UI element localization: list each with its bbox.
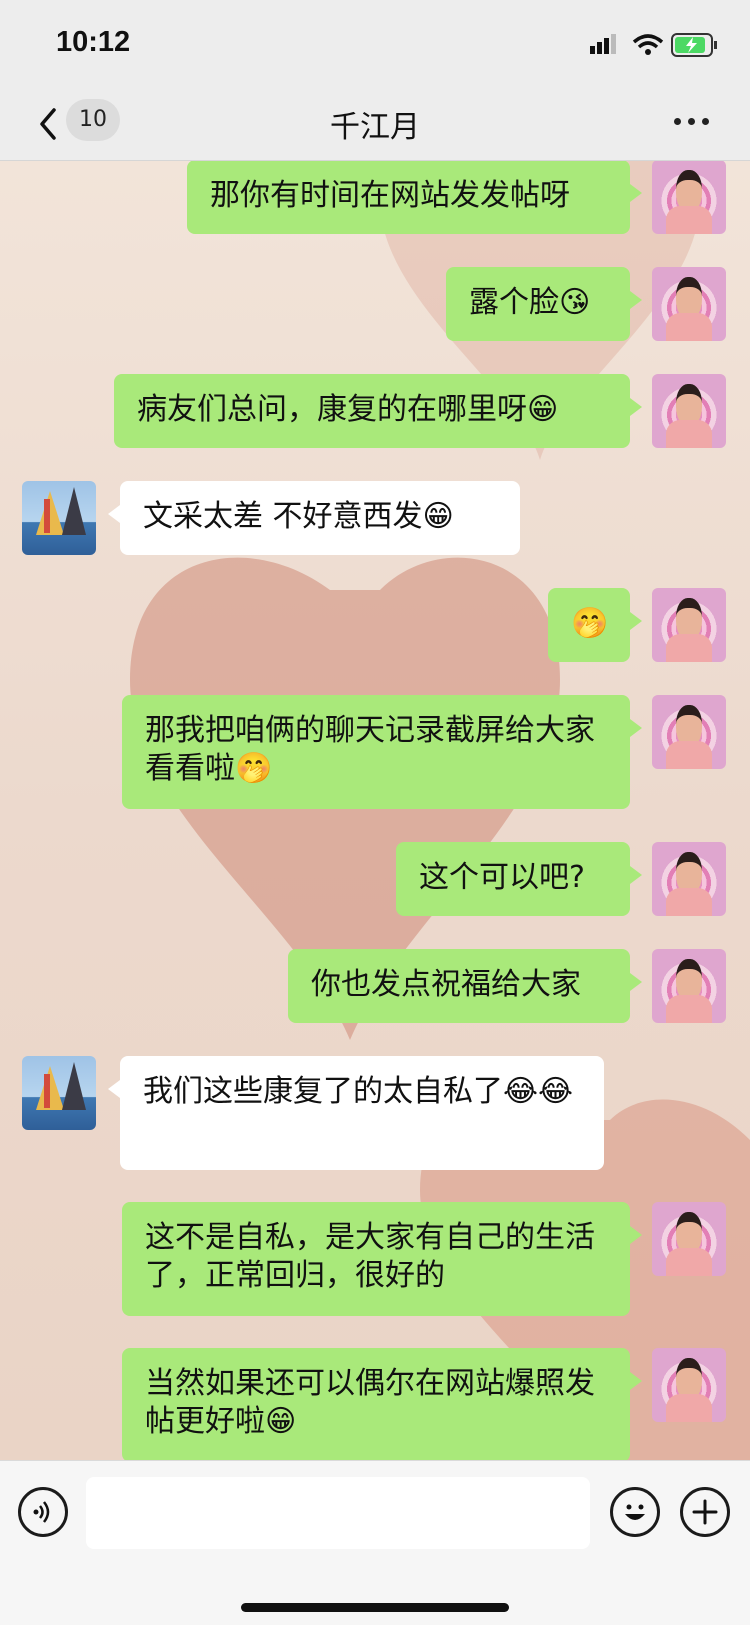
emoji-icon[interactable] (610, 1487, 660, 1537)
chat-title: 千江月 (330, 110, 420, 145)
signal-icon (590, 34, 616, 54)
avatar-self[interactable] (652, 374, 726, 448)
status-bar: 10:12 (0, 0, 750, 88)
message-text: 你也发点祝福给大家 (311, 967, 581, 1002)
message-bubble-mine[interactable]: 这不是自私，是大家有自己的生活了，正常回归，很好的 (122, 1202, 642, 1316)
message-text: 我们这些康复了的太自私了😂😂 (143, 1074, 574, 1109)
message-bubble-contact[interactable]: 我们这些康复了的太自私了😂😂 (108, 1056, 604, 1170)
message-text: 病友们总问，康复的在哪里呀😁 (137, 392, 559, 427)
message-text: 🤭 (571, 606, 609, 641)
avatar-self[interactable] (652, 1348, 726, 1422)
message-bubble-mine[interactable]: 那我把咱俩的聊天记录截屏给大家看看啦🤭 (122, 695, 642, 809)
message-bubble-mine[interactable]: 🤭 (548, 588, 642, 662)
message-bubble-mine[interactable]: 露个脸😘 (446, 267, 642, 341)
message-bubble-contact[interactable]: 文采太差 不好意西发😁 (108, 481, 520, 555)
status-icons (590, 32, 720, 57)
avatar-self[interactable] (652, 267, 726, 341)
avatar-self[interactable] (652, 949, 726, 1023)
message-text: 露个脸😘 (469, 285, 591, 320)
more-dots-icon[interactable] (672, 110, 712, 134)
message-text: 文采太差 不好意西发😁 (143, 499, 454, 534)
message-text: 当然如果还可以偶尔在网站爆照发帖更好啦😁 (145, 1366, 595, 1439)
avatar-self[interactable] (652, 1202, 726, 1276)
message-bubble-mine[interactable]: 你也发点祝福给大家 (288, 949, 642, 1023)
plus-icon[interactable] (680, 1487, 730, 1537)
avatar-contact[interactable] (22, 481, 96, 555)
message-bubble-mine[interactable]: 病友们总问，康复的在哪里呀😁 (114, 374, 642, 448)
message-text: 那我把咱俩的聊天记录截屏给大家看看啦🤭 (145, 713, 595, 786)
message-bubble-mine[interactable]: 当然如果还可以偶尔在网站爆照发帖更好啦😁 (122, 1348, 642, 1460)
input-bar (0, 1460, 750, 1625)
nav-bar: 10 千江月 (0, 88, 750, 161)
avatar-self[interactable] (652, 842, 726, 916)
home-indicator (241, 1603, 509, 1612)
voice-icon[interactable] (18, 1487, 68, 1537)
status-time: 10:12 (56, 26, 131, 58)
message-text: 这个可以吧? (419, 860, 585, 895)
avatar-self[interactable] (652, 160, 726, 234)
avatar-self[interactable] (652, 588, 726, 662)
message-list[interactable]: 那你有时间在网站发发帖呀 露个脸😘 病友们总问，康复的在哪里呀😁 文采太差 不好… (0, 160, 750, 1460)
message-input[interactable] (86, 1477, 590, 1549)
wifi-icon (632, 34, 664, 55)
avatar-self[interactable] (652, 695, 726, 769)
message-bubble-mine[interactable]: 这个可以吧? (396, 842, 642, 916)
battery-charging-icon (671, 33, 717, 57)
message-bubble-mine[interactable]: 那你有时间在网站发发帖呀 (187, 160, 642, 234)
avatar-contact[interactable] (22, 1056, 96, 1130)
message-text: 这不是自私，是大家有自己的生活了，正常回归，很好的 (145, 1220, 595, 1293)
